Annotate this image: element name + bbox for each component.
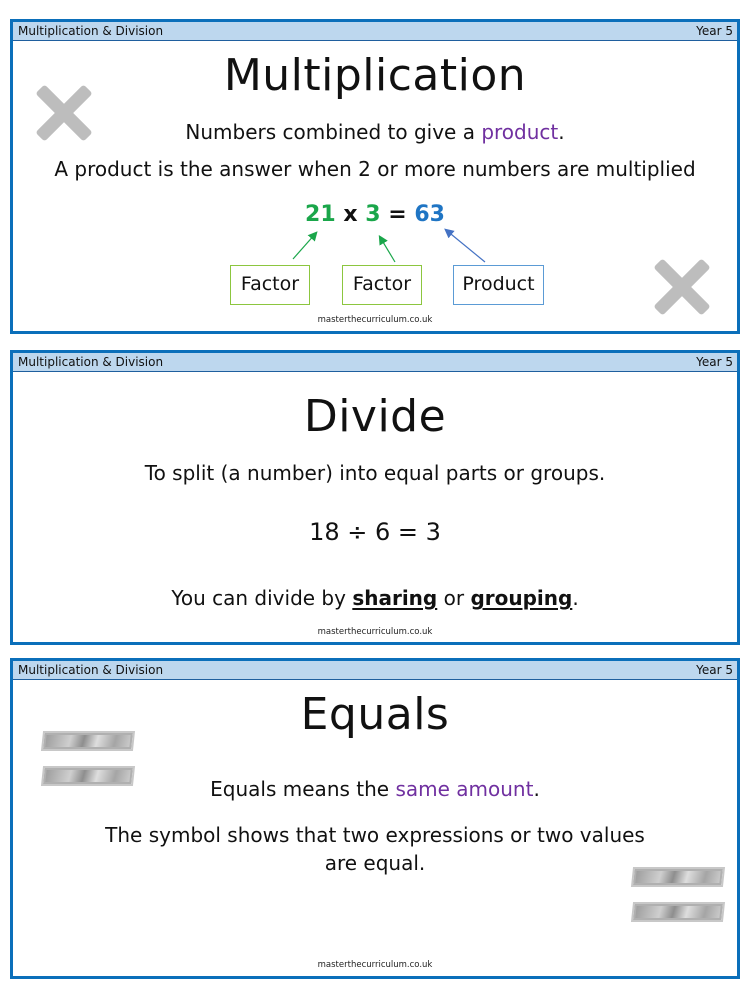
product-value: 63 [414,202,445,227]
explanation-line: The symbol shows that two expressions or… [13,821,737,877]
highlight-term: same amount [395,777,534,801]
multiply-cross-icon [652,257,712,317]
footer-website: masterthecurriculum.co.uk [317,627,433,637]
term-grouping: grouping [470,586,573,610]
year-label: Year 5 [696,355,733,369]
definition-line: Equals means the same amount. [13,777,737,801]
topic-label: Multiplication & Division [18,24,164,38]
factor-1-value: 21 [305,202,336,227]
equals-symbol: = [388,202,407,227]
term-sharing: sharing [352,586,438,610]
definition-text: Numbers combined to give a [185,120,482,144]
example-equation: 21 x 3 = 63 [13,202,737,227]
topic-label: Multiplication & Division [18,355,164,369]
card-header: Multiplication & Division Year 5 [13,353,737,372]
vocab-card-multiplication: Multiplication & Division Year 5 Multipl… [10,19,740,334]
year-label: Year 5 [696,663,733,677]
highlight-term: product [481,120,559,144]
factor-2-value: 3 [365,202,381,227]
topic-label: Multiplication & Division [18,663,164,677]
definition-text: Equals means the [210,777,396,801]
year-label: Year 5 [696,24,733,38]
factor-2-arrow [378,234,396,263]
definition-punct: . [533,777,540,801]
times-symbol: x [343,202,358,227]
example-equation: 18 ÷ 6 = 3 [309,518,441,546]
factor-1-arrow [292,231,318,260]
explanation-line: A product is the answer when 2 or more n… [54,157,696,181]
definition-line: Numbers combined to give a product. [13,120,737,144]
card-title: Multiplication [223,50,527,101]
vocab-card-divide: Multiplication & Division Year 5 Divide … [10,350,740,645]
card-header: Multiplication & Division Year 5 [13,22,737,41]
method-punct: . [572,586,579,610]
footer-website: masterthecurriculum.co.uk [317,315,433,325]
factor-label-box: Factor [230,265,310,305]
definition-punct: . [558,120,565,144]
card-header: Multiplication & Division Year 5 [13,661,737,680]
card-title: Divide [303,391,447,442]
footer-website: masterthecurriculum.co.uk [317,960,433,970]
definition-line: To split (a number) into equal parts or … [144,461,606,485]
explanation-text-2: are equal. [324,851,426,875]
method-line: You can divide by sharing or grouping. [13,586,737,610]
product-label-box: Product [453,265,544,305]
method-text: or [437,586,471,610]
factor-label-box: Factor [342,265,422,305]
equals-bar-bottom [630,902,726,922]
vocab-card-equals: Multiplication & Division Year 5 Equals … [10,658,740,979]
explanation-text-1: The symbol shows that two expressions or… [105,823,645,847]
method-text: You can divide by [171,586,353,610]
product-arrow [444,228,486,263]
card-title: Equals [300,689,450,740]
